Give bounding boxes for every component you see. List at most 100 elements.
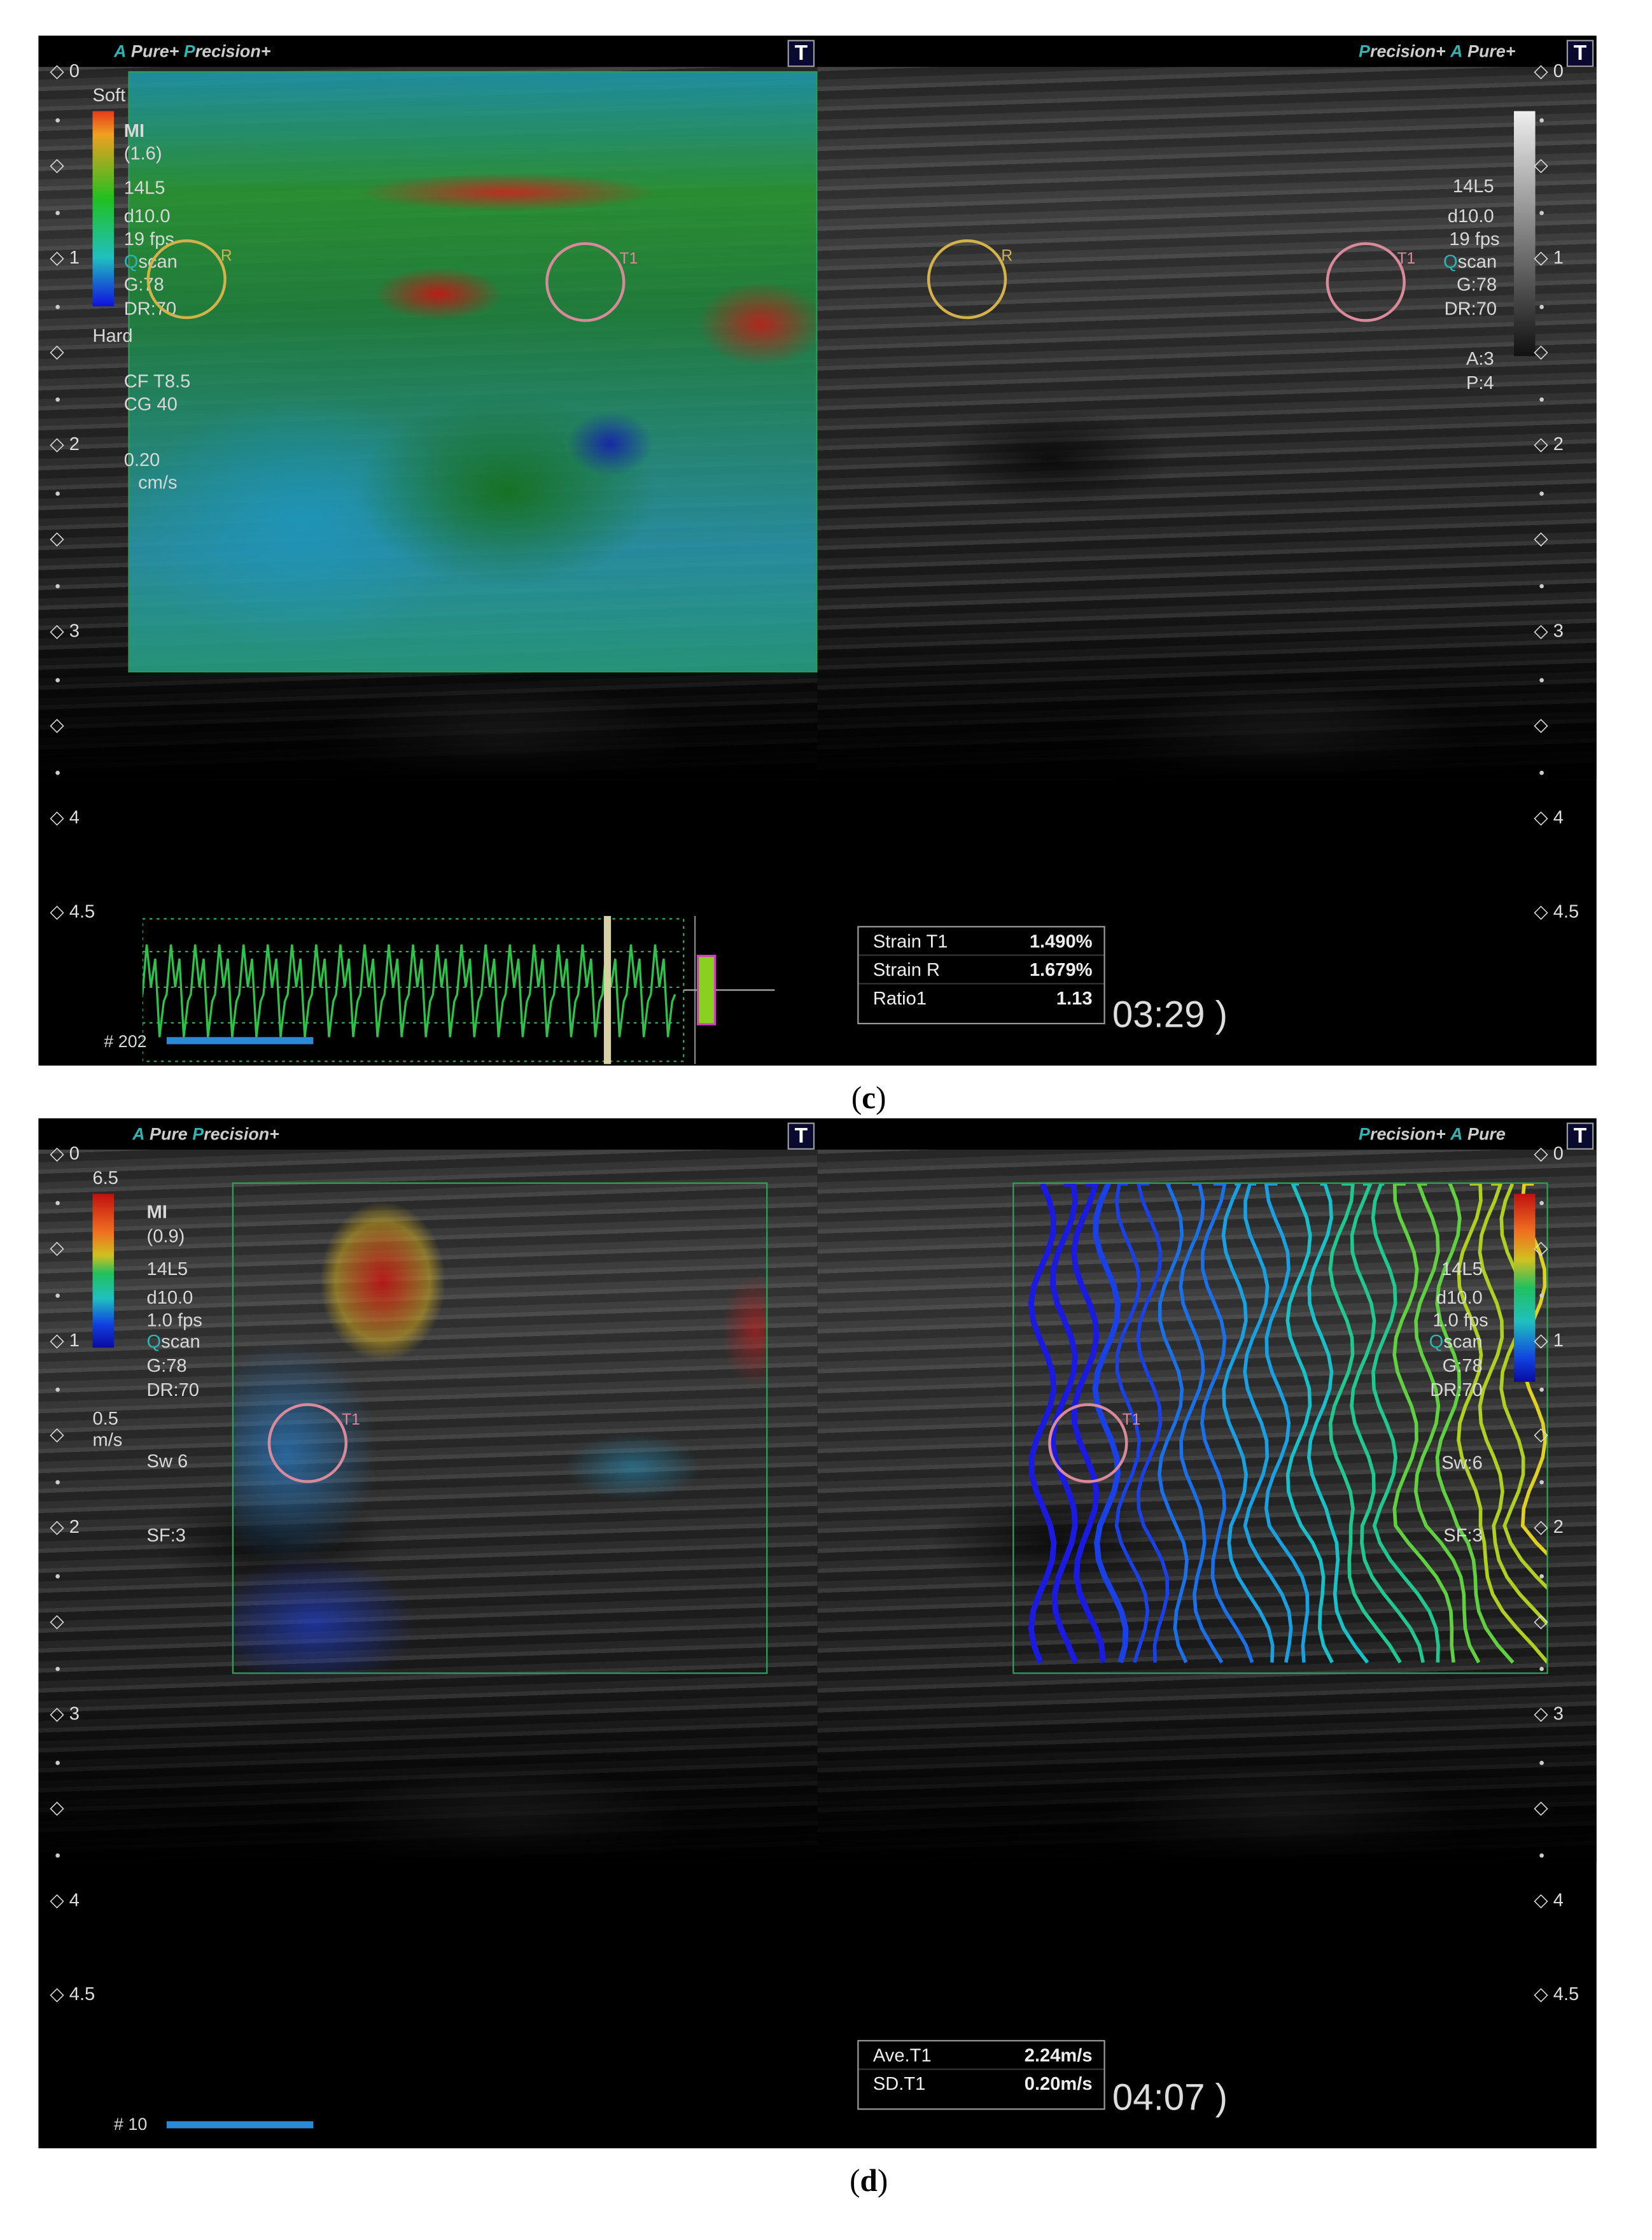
depth-tick-label: ◇ 4 <box>50 806 80 828</box>
qscan-label: scan <box>1443 1330 1483 1352</box>
depth-tick-label: ◇ 0 <box>50 59 80 81</box>
t-icon[interactable]: T <box>787 39 815 67</box>
depth-minor-tick: ◇ <box>1534 1609 1548 1631</box>
gain-value: G:78 <box>146 1355 187 1376</box>
roi-target-circle[interactable] <box>1048 1403 1128 1483</box>
depth-minor-tick: ◇ <box>1534 1422 1548 1444</box>
right-image-bmode: Precision+ A Pure+ T 14L5 d10.0 19 fps Q… <box>817 36 1597 1066</box>
depth-minor-tick <box>1539 118 1544 122</box>
caption-c: (c) <box>851 1080 886 1116</box>
t-icon[interactable]: T <box>787 1122 815 1150</box>
measurement-row: Ratio1 1.13 <box>859 984 1104 1022</box>
velocity-max: 6.5 <box>92 1166 118 1188</box>
contour-line <box>1028 1183 1057 1664</box>
roi-target-label: T1 <box>1122 1411 1141 1429</box>
left-image-strain: A Pure+ Precision+ T Soft MI (1.6) 14L5 … <box>38 36 818 1066</box>
depth-minor-tick: ◇ <box>50 1422 64 1444</box>
probe-label: 14L5 <box>123 176 165 199</box>
measurement-row: Ave.T1 2.24m/s <box>858 2041 1104 2070</box>
cine-scrollbar[interactable] <box>166 2121 314 2129</box>
strain-color-overlay <box>128 71 818 673</box>
measurement-value: 1.13 <box>1056 987 1093 1009</box>
depth-setting: d10.0 <box>1447 205 1494 227</box>
bmode-image <box>817 67 1597 780</box>
depth-minor-tick <box>1539 1201 1544 1205</box>
brand-label: Precision+ A Pure <box>1359 1124 1506 1145</box>
measurement-label: Strain T1 <box>872 930 948 952</box>
depth-tick-label: ◇ 4 <box>1534 806 1564 828</box>
frame-counter: # 202 <box>104 1031 147 1052</box>
p-value: P:4 <box>1466 372 1494 393</box>
depth-minor-tick: ◇ <box>50 1236 64 1258</box>
depth-minor-tick <box>1539 304 1544 309</box>
depth-minor-tick: ◇ <box>1534 713 1548 735</box>
measurement-row: Strain R 1.679% <box>858 956 1104 985</box>
depth-minor-tick: ◇ <box>50 339 64 362</box>
roi-target-circle[interactable] <box>545 242 626 322</box>
depth-minor-tick: ◇ <box>50 526 64 548</box>
depth-minor-tick: ◇ <box>50 1795 64 1817</box>
frame-rate: 19 fps <box>1449 228 1500 250</box>
frame-marker <box>603 916 612 1064</box>
roi-reference-circle[interactable] <box>927 239 1007 320</box>
t-icon[interactable]: T <box>1566 39 1594 67</box>
right-image-propagation: Precision+ A Pure T 14L5 d10.0 1.0 fps Q… <box>817 1118 1597 2148</box>
depth-tick-label: ◇ 1 <box>1534 246 1564 268</box>
depth-setting: d10.0 <box>123 205 171 227</box>
depth-minor-tick: ◇ <box>1534 153 1548 175</box>
depth-minor-tick <box>55 677 60 682</box>
grayscale-bar <box>1513 111 1536 356</box>
depth-minor-tick <box>55 304 60 309</box>
sw-label: Sw:6 <box>1441 1451 1483 1474</box>
qscan-q: Q <box>1443 250 1458 272</box>
gain-value: G:78 <box>1457 273 1497 295</box>
depth-minor-tick: ◇ <box>50 153 64 175</box>
depth-tick-label: ◇ 2 <box>1534 1516 1564 1537</box>
measurement-table: Ave.T1 2.24m/s SD.T1 0.20m/s <box>857 2039 1105 2110</box>
brand-label: A Pure Precision+ <box>132 1124 279 1145</box>
depth-tick-label: ◇ 4.5 <box>1534 1982 1579 2004</box>
dynamic-range: DR:70 <box>1430 1379 1483 1400</box>
quality-indicator <box>696 955 717 1025</box>
qscan-label: scan <box>1457 250 1497 272</box>
roi-target-circle[interactable] <box>1326 242 1406 322</box>
sw-label: Sw 6 <box>146 1450 188 1472</box>
t-icon[interactable]: T <box>1566 1122 1594 1150</box>
mi-value: (1.6) <box>123 142 162 164</box>
scale-value: 0.20 <box>123 448 160 470</box>
frame-rate: 1.0 fps <box>1432 1309 1488 1331</box>
contour-line <box>1221 1183 1275 1663</box>
depth-minor-tick: ◇ <box>1534 1236 1548 1258</box>
panel-c-strain-elastography: A Pure+ Precision+ T Soft MI (1.6) 14L5 … <box>38 35 1597 1066</box>
depth-minor-tick: ◇ <box>50 1609 64 1631</box>
velocity-unit: m/s <box>92 1428 123 1451</box>
caption-d: (d) <box>850 2162 888 2199</box>
dynamic-range: DR:70 <box>146 1379 200 1400</box>
depth-tick-label: ◇ 3 <box>50 619 80 642</box>
roi-target-circle[interactable] <box>267 1403 348 1483</box>
depth-minor-tick <box>1539 1574 1544 1579</box>
depth-minor-tick <box>1539 1387 1544 1391</box>
depth-tick-label: ◇ 0 <box>1534 1142 1564 1164</box>
cine-scrollbar[interactable] <box>166 1037 314 1045</box>
measurement-label: Ratio1 <box>872 987 927 1009</box>
depth-setting: d10.0 <box>146 1286 193 1308</box>
strain-colorbar <box>92 111 115 307</box>
depth-minor-tick: ◇ <box>50 713 64 735</box>
depth-minor-tick <box>55 1760 60 1765</box>
measurement-row: SD.T1 0.20m/s <box>859 2070 1104 2108</box>
roi-reference-label: R <box>220 248 232 265</box>
measurement-value: 1.490% <box>1029 930 1093 952</box>
depth-minor-tick: ◇ <box>1534 1795 1548 1817</box>
depth-tick-label: ◇ 1 <box>50 1329 80 1351</box>
frame-rate: 1.0 fps <box>146 1309 202 1331</box>
qscan-q: Q <box>1429 1330 1444 1352</box>
depth-minor-tick <box>55 1574 60 1579</box>
roi-reference-circle[interactable] <box>146 239 227 320</box>
sf-label: SF:3 <box>146 1524 186 1546</box>
roi-reference-label: R <box>1001 248 1013 265</box>
depth-setting: d10.0 <box>1436 1286 1483 1308</box>
depth-tick-label: ◇ 4.5 <box>50 1982 95 2004</box>
measurement-label: Strain R <box>872 959 941 980</box>
frame-counter: # 10 <box>114 2114 148 2134</box>
